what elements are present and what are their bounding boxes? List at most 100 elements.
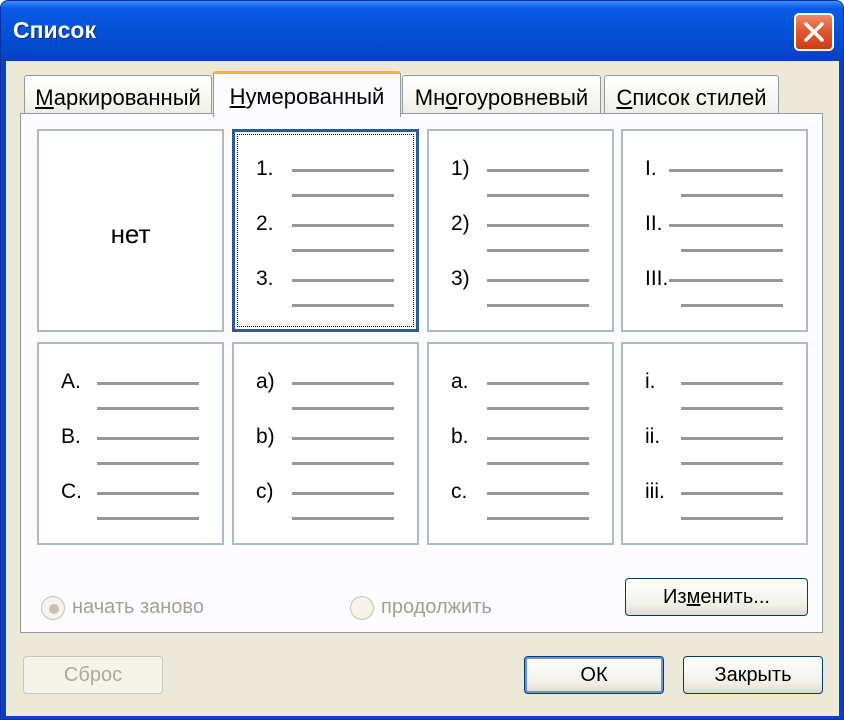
no-numbering-label: нет	[110, 219, 151, 249]
text-line-placeholder	[487, 169, 589, 172]
radio-dot	[49, 604, 59, 614]
text-line-placeholder	[487, 279, 589, 282]
text-line-placeholder	[681, 462, 783, 465]
tab-label: Список стилей	[616, 85, 767, 110]
number-label: 1.	[256, 157, 274, 180]
dialog-window: Список Маркированный Нумерованный Многоу…	[0, 0, 844, 720]
number-label: 1)	[451, 157, 470, 180]
close-button-label: Закрыть	[714, 664, 792, 686]
number-label: b)	[256, 425, 275, 448]
tab-label: Нумерованный	[229, 84, 385, 109]
text-line-placeholder	[681, 382, 783, 385]
number-label: C.	[61, 480, 82, 503]
number-label: 2.	[256, 212, 274, 235]
reset-button[interactable]: Сброс	[23, 656, 163, 694]
number-label: 3)	[451, 267, 470, 290]
text-line-placeholder	[97, 407, 199, 410]
number-label: ii.	[645, 425, 661, 448]
text-line-placeholder	[292, 249, 394, 252]
number-label: a.	[451, 370, 469, 393]
number-label: iii.	[645, 480, 665, 503]
text-line-placeholder	[292, 169, 394, 172]
number-label: c)	[256, 480, 274, 503]
tab-bulleted[interactable]: Маркированный	[24, 75, 212, 115]
dialog-body: Маркированный Нумерованный Многоуровневы…	[6, 61, 839, 716]
text-line-placeholder	[97, 492, 199, 495]
reset-button-label: Сброс	[63, 664, 123, 686]
text-line-placeholder	[97, 382, 199, 385]
text-line-placeholder	[487, 249, 589, 252]
ok-button[interactable]: ОК	[524, 656, 664, 694]
close-icon	[804, 22, 824, 42]
number-label: a)	[256, 370, 275, 393]
restart-numbering-label: начать заново	[72, 596, 204, 618]
number-label: III.	[645, 267, 669, 290]
tab-label: Маркированный	[35, 85, 201, 110]
close-window-button[interactable]	[794, 13, 834, 51]
text-line-placeholder	[681, 304, 783, 307]
text-line-placeholder	[292, 492, 394, 495]
numbered-tab-panel: нет 1. 2. 3. 1) 2) 3) I. II. III. A. B. C. a) b) c) a. b.…	[20, 113, 823, 633]
text-line-placeholder	[97, 462, 199, 465]
text-line-placeholder	[487, 407, 589, 410]
text-line-placeholder	[292, 437, 394, 440]
dialog-title: Список	[13, 17, 96, 43]
text-line-placeholder	[487, 462, 589, 465]
numbering-style-lower-alpha-dot[interactable]: a. b. c.	[427, 342, 614, 545]
tab-multilevel[interactable]: Многоуровневый	[402, 75, 601, 115]
text-line-placeholder	[669, 224, 783, 227]
number-label: B.	[61, 425, 81, 448]
title-bar[interactable]: Список	[1, 1, 843, 61]
numbering-style-decimal-paren[interactable]: 1) 2) 3)	[427, 129, 614, 332]
number-label: A.	[61, 370, 81, 393]
text-line-placeholder	[669, 169, 783, 172]
tab-numbered[interactable]: Нумерованный	[213, 71, 401, 119]
text-line-placeholder	[292, 279, 394, 282]
text-line-placeholder	[487, 437, 589, 440]
text-line-placeholder	[487, 382, 589, 385]
numbering-style-none[interactable]: нет	[37, 129, 224, 332]
radio-circle	[41, 596, 65, 620]
number-label: i.	[645, 370, 656, 393]
text-line-placeholder	[292, 407, 394, 410]
text-line-placeholder	[487, 224, 589, 227]
text-line-placeholder	[669, 279, 783, 282]
numbering-style-lower-roman[interactable]: i. ii. iii.	[621, 342, 808, 545]
text-line-placeholder	[487, 517, 589, 520]
radio-circle	[350, 596, 374, 620]
text-line-placeholder	[681, 492, 783, 495]
number-label: 2)	[451, 212, 470, 235]
tab-list-styles[interactable]: Список стилей	[604, 75, 779, 115]
numbering-style-upper-roman[interactable]: I. II. III.	[621, 129, 808, 332]
text-line-placeholder	[681, 194, 783, 197]
ok-button-label: ОК	[580, 664, 608, 686]
text-line-placeholder	[681, 249, 783, 252]
text-line-placeholder	[681, 517, 783, 520]
numbering-style-upper-alpha[interactable]: A. B. C.	[37, 342, 224, 545]
number-label: I.	[645, 157, 657, 180]
text-line-placeholder	[292, 194, 394, 197]
text-line-placeholder	[487, 304, 589, 307]
number-label: 3.	[256, 267, 274, 290]
customize-button[interactable]: Изменить...	[625, 578, 808, 616]
text-line-placeholder	[681, 437, 783, 440]
number-label: b.	[451, 425, 469, 448]
text-line-placeholder	[292, 382, 394, 385]
text-line-placeholder	[97, 517, 199, 520]
number-label: II.	[645, 212, 663, 235]
tab-label: Многоуровневый	[414, 85, 589, 110]
numbering-style-decimal-dot[interactable]: 1. 2. 3.	[232, 129, 419, 332]
text-line-placeholder	[97, 437, 199, 440]
numbering-style-lower-alpha-paren[interactable]: a) b) c)	[232, 342, 419, 545]
text-line-placeholder	[292, 462, 394, 465]
text-line-placeholder	[681, 407, 783, 410]
text-line-placeholder	[292, 517, 394, 520]
number-label: c.	[451, 480, 468, 503]
close-button[interactable]: Закрыть	[683, 656, 823, 694]
customize-button-label: Изменить...	[663, 586, 770, 608]
text-line-placeholder	[292, 304, 394, 307]
text-line-placeholder	[292, 224, 394, 227]
text-line-placeholder	[487, 492, 589, 495]
continue-numbering-label: продолжить	[381, 596, 492, 618]
text-line-placeholder	[487, 194, 589, 197]
